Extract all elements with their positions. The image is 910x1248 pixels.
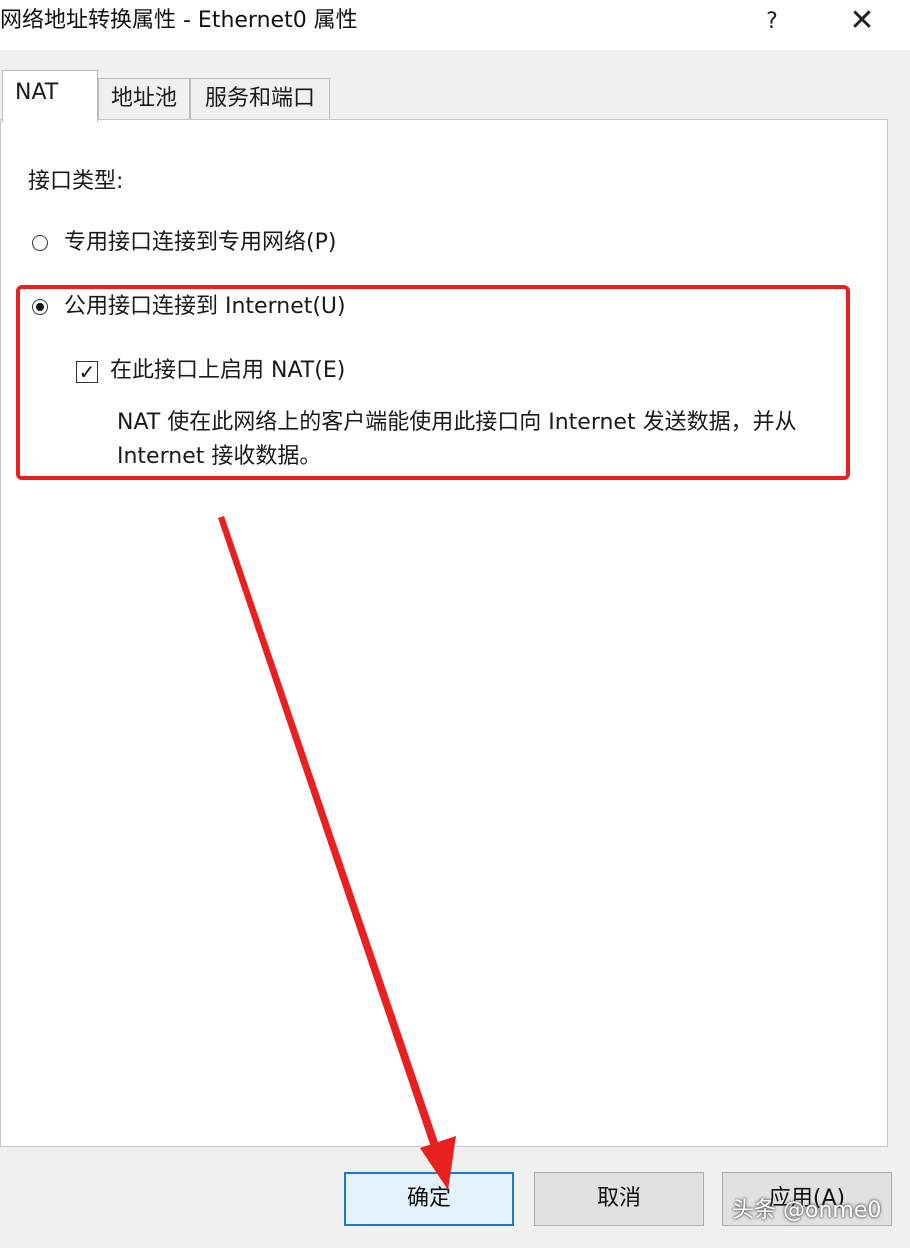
watermark-text: 头条 @onme0 [732,1198,882,1223]
enable-nat-checkbox[interactable]: ✓ [76,361,98,383]
private-interface-radio[interactable] [32,235,48,251]
private-interface-label[interactable]: 专用接口连接到专用网络(P) [64,228,336,258]
title-bar: 网络地址转换属性 - Ethernet0 属性 ? ✕ [0,0,910,50]
ok-button[interactable]: 确定 [344,1172,514,1226]
close-button[interactable]: ✕ [838,2,886,42]
close-icon: ✕ [849,3,875,38]
radio-selected-dot [36,303,44,311]
nat-tab-panel [0,119,888,1147]
tab-nat[interactable]: NAT [2,70,98,122]
tab-services-ports[interactable]: 服务和端口 [190,78,330,120]
public-interface-label[interactable]: 公用接口连接到 Internet(U) [64,292,346,322]
nat-description-line1: NAT 使在此网络上的客户端能使用此接口向 Internet 发送数据，并从 [117,410,797,435]
cancel-button[interactable]: 取消 [534,1172,704,1226]
window-title: 网络地址转换属性 - Ethernet0 属性 [0,8,358,33]
interface-type-label: 接口类型: [28,169,124,194]
nat-description-line2: Internet 接收数据。 [117,444,322,469]
tab-strip: NAT 地址池 服务和端口 [0,64,910,122]
public-interface-radio[interactable] [32,299,48,315]
checkmark-icon: ✓ [78,360,96,384]
enable-nat-label[interactable]: 在此接口上启用 NAT(E) [110,356,345,386]
help-button[interactable]: ? [752,2,792,42]
tab-address-pool[interactable]: 地址池 [98,78,190,120]
